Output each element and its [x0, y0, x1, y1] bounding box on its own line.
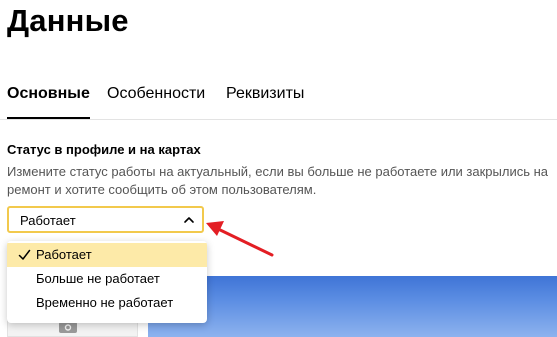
status-select-value: Работает	[20, 213, 76, 228]
page-title: Данные	[7, 3, 129, 38]
status-option-closed[interactable]: Больше не работает	[7, 267, 207, 291]
status-section-label: Статус в профиле и на картах	[7, 142, 201, 157]
status-section-description: Измените статус работы на актуальный, ес…	[7, 164, 549, 197]
tab-basic[interactable]: Основные	[7, 83, 90, 119]
map-preview	[148, 276, 557, 337]
tab-requisites[interactable]: Реквизиты	[226, 83, 304, 105]
chevron-up-icon	[184, 217, 194, 223]
status-option-label: Временно не работает	[36, 295, 174, 310]
status-option-label: Больше не работает	[36, 271, 160, 286]
status-option-working[interactable]: Работает	[7, 243, 207, 267]
check-icon	[18, 249, 31, 260]
status-select[interactable]: Работает	[7, 206, 204, 233]
tab-features[interactable]: Особенности	[107, 83, 205, 105]
status-option-temporarily-closed[interactable]: Временно не работает	[7, 291, 207, 315]
status-option-label: Работает	[36, 247, 92, 262]
tabs-bar: Основные Особенности Реквизиты	[0, 83, 557, 120]
status-dropdown-menu: Работает Больше не работает Временно не …	[7, 241, 207, 323]
annotation-arrow-icon	[206, 221, 274, 257]
page: Данные Основные Особенности Реквизиты Ст…	[0, 0, 557, 337]
